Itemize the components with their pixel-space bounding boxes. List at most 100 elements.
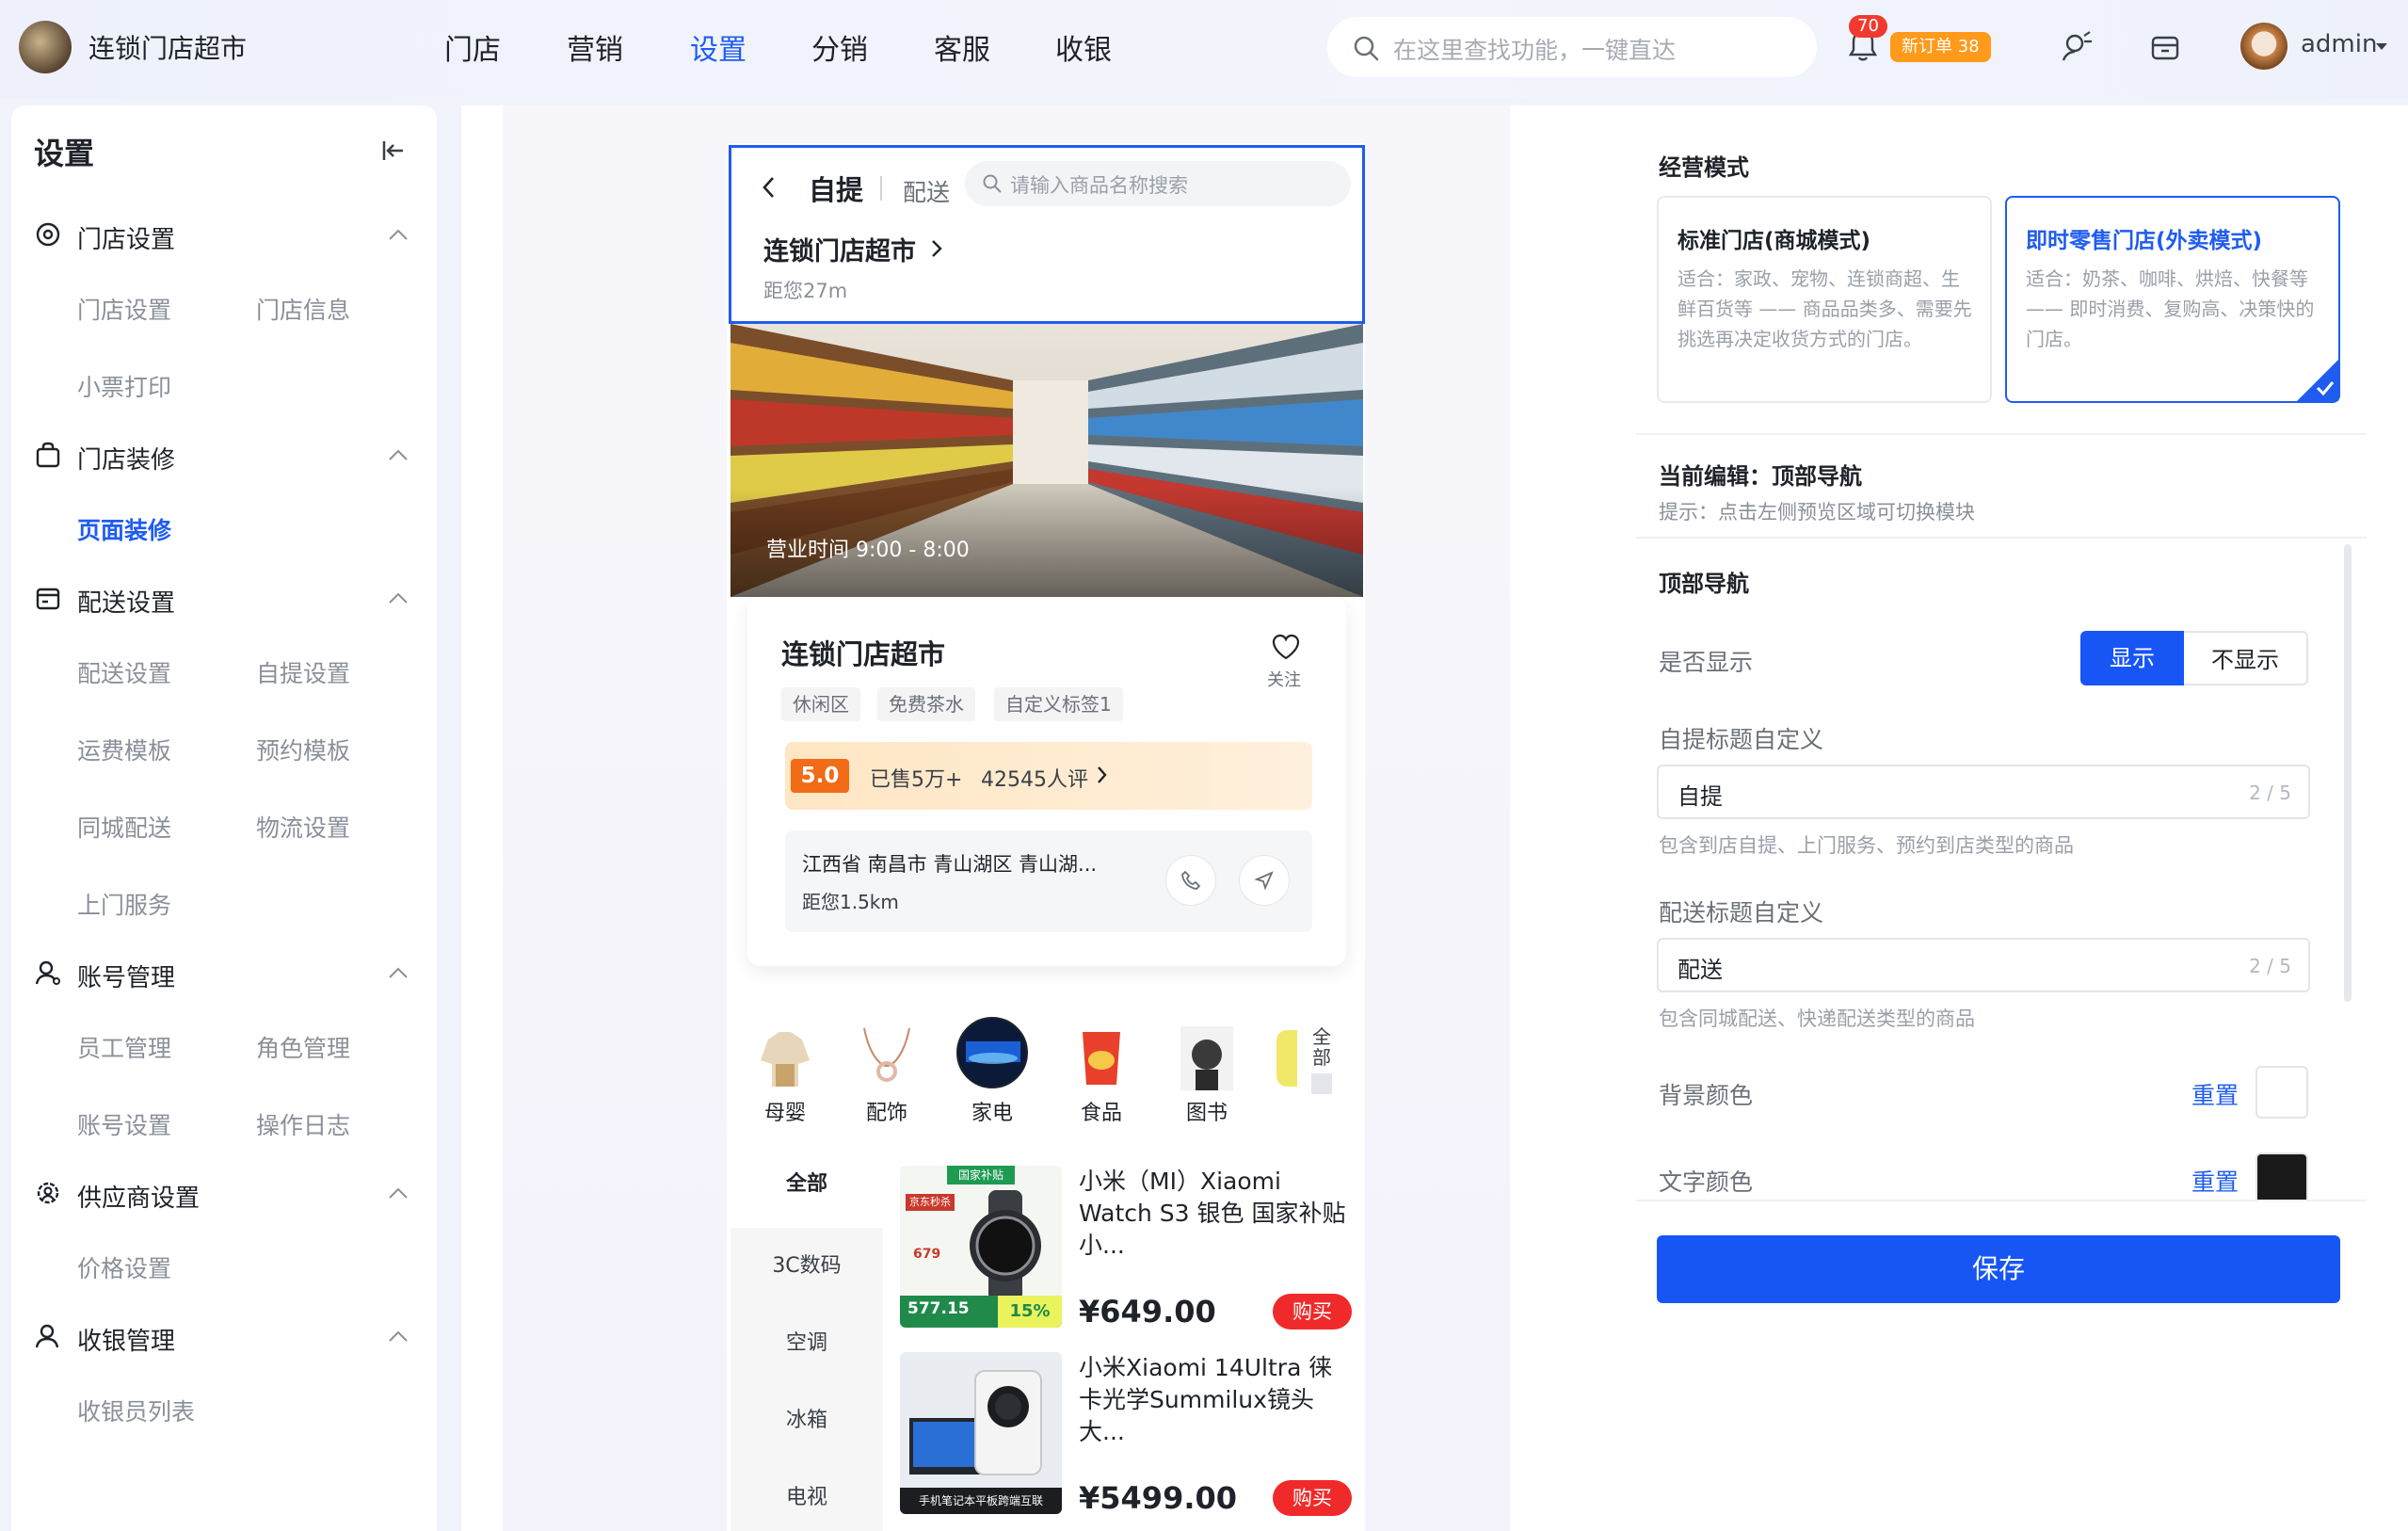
nav-service[interactable]: 客服 xyxy=(934,26,990,68)
top-nav-module[interactable]: 自提 配送 请输入商品名称搜索 连锁门店超市 距您27m xyxy=(729,145,1365,324)
nav-cashier[interactable]: 收银 xyxy=(1055,26,1112,68)
sidebar-item-price-settings[interactable]: 价格设置 xyxy=(77,1250,171,1284)
mode-option-standard[interactable]: 标准门店(商城模式) 适合：家政、宠物、连锁商超、生鲜百货等 —— 商品品类多、… xyxy=(1657,196,1992,403)
sidebar-item-store-info[interactable]: 门店信息 xyxy=(256,292,350,326)
category-all-button[interactable]: 全部 xyxy=(1303,1026,1340,1094)
sidebar-item-logistics-settings[interactable]: 物流设置 xyxy=(256,810,350,844)
follow-label[interactable]: 关注 xyxy=(1267,667,1301,691)
heart-icon[interactable] xyxy=(1271,633,1301,661)
buy-button[interactable]: 购买 xyxy=(1273,1480,1352,1516)
current-editing-title: 当前编辑：顶部导航 xyxy=(1659,463,1862,490)
category-label[interactable]: 家电 xyxy=(945,1096,1039,1126)
sidebar-item-store-settings[interactable]: 门店设置 xyxy=(77,292,171,326)
nav-settings[interactable]: 设置 xyxy=(690,26,746,68)
chevron-up-icon[interactable] xyxy=(388,966,409,979)
chevron-up-icon[interactable] xyxy=(388,1330,409,1343)
gear-user-icon xyxy=(37,1182,59,1204)
nav-store[interactable]: 门店 xyxy=(444,26,501,68)
category-book-image[interactable] xyxy=(1171,1023,1243,1094)
sidebar-item-shipping-template[interactable]: 运费模板 xyxy=(77,733,171,766)
new-order-badge[interactable]: 新订单 38 xyxy=(1890,32,1991,62)
bg-color-reset[interactable]: 重置 xyxy=(2191,1077,2239,1111)
pickup-title-input[interactable]: 自提 2 / 5 xyxy=(1657,765,2310,819)
header-distance: 距您27m xyxy=(763,280,848,302)
show-off-button[interactable]: 不显示 xyxy=(2184,631,2308,685)
divider xyxy=(1636,433,2367,435)
editing-hint: 提示：点击左侧预览区域可切换模块 xyxy=(1659,501,1975,524)
tab-pickup[interactable]: 自提 xyxy=(809,169,863,208)
collapse-sidebar-icon[interactable] xyxy=(380,137,407,164)
bg-color-swatch[interactable] xyxy=(2255,1066,2308,1119)
category-baby-image[interactable] xyxy=(749,1023,821,1094)
category-label[interactable]: 配饰 xyxy=(840,1096,934,1126)
product-name[interactable]: 小米Xiaomi 14Ultra 徕卡光学Summilux镜头 大... xyxy=(1079,1352,1352,1448)
search-placeholder: 在这里查找功能，一键直达 xyxy=(1393,37,1677,64)
address-distance: 距您1.5km xyxy=(802,891,899,913)
address-block[interactable]: 江西省 南昌市 青山湖区 青山湖... 距您1.5km xyxy=(785,830,1312,932)
user-name[interactable]: admin xyxy=(2301,30,2377,58)
side-menu-item[interactable]: 空调 xyxy=(730,1305,883,1382)
tab-delivery[interactable]: 配送 xyxy=(903,174,950,208)
divider xyxy=(1636,1200,2367,1201)
promo-shop-label: 京东秒杀 xyxy=(906,1194,955,1211)
side-menu-item[interactable]: 冰箱 xyxy=(730,1382,883,1459)
category-label[interactable]: 母婴 xyxy=(738,1096,832,1126)
save-button[interactable]: 保存 xyxy=(1657,1235,2340,1303)
call-button[interactable] xyxy=(1165,855,1216,906)
store-logo xyxy=(19,21,72,73)
category-appliance-image[interactable] xyxy=(956,1017,1028,1088)
sidebar-item-operation-log[interactable]: 操作日志 xyxy=(256,1107,350,1141)
nav-distribution[interactable]: 分销 xyxy=(811,26,868,68)
headset-icon[interactable] xyxy=(2058,28,2095,66)
wallet-icon xyxy=(36,588,60,610)
smartwatch-icon xyxy=(970,1190,1041,1301)
sidebar-item-delivery-settings[interactable]: 配送设置 xyxy=(77,655,171,689)
rating-bar[interactable]: 5.0 已售5万+ 42545人评 xyxy=(785,742,1312,810)
navigate-button[interactable] xyxy=(1239,855,1290,906)
side-menu-item[interactable]: 3C数码 xyxy=(730,1228,883,1305)
chevron-up-icon[interactable] xyxy=(388,448,409,461)
text-color-swatch[interactable] xyxy=(2255,1152,2308,1200)
top-bar: 连锁门店超市 门店 营销 设置 分销 客服 收银 在这里查找功能，一键直达 70… xyxy=(0,0,2408,98)
chevron-down-icon[interactable] xyxy=(2374,41,2389,53)
category-food-image[interactable] xyxy=(1066,1023,1137,1094)
snack-bag-icon xyxy=(1083,1032,1120,1085)
header-store-name[interactable]: 连锁门店超市 xyxy=(763,231,916,267)
global-search[interactable]: 在这里查找功能，一键直达 xyxy=(1327,17,1817,77)
side-menu-item[interactable]: 电视 xyxy=(730,1459,883,1531)
sidebar-item-staff-management[interactable]: 员工管理 xyxy=(77,1030,171,1064)
category-label[interactable]: 食品 xyxy=(1054,1096,1148,1126)
chevron-right-icon[interactable] xyxy=(929,238,944,259)
store-switch-icon[interactable] xyxy=(2148,30,2182,64)
sidebar-item-page-decoration[interactable]: 页面装修 xyxy=(77,512,171,546)
panel-scrollbar[interactable] xyxy=(2344,544,2352,1002)
sidebar-item-receipt-print[interactable]: 小票打印 xyxy=(77,369,171,403)
sidebar-item-booking-template[interactable]: 预约模板 xyxy=(256,733,350,766)
category-label[interactable]: 图书 xyxy=(1160,1096,1254,1126)
chevron-up-icon[interactable] xyxy=(388,228,409,241)
sidebar-item-cashier-list[interactable]: 收银员列表 xyxy=(77,1394,195,1427)
product-image[interactable]: 手机笔记本平板跨端互联 xyxy=(900,1352,1062,1514)
sidebar-item-home-service[interactable]: 上门服务 xyxy=(77,887,171,921)
nav-marketing[interactable]: 营销 xyxy=(567,26,623,68)
delivery-title-input[interactable]: 配送 2 / 5 xyxy=(1657,938,2310,992)
product-image[interactable]: 国家补贴 京东秒杀 679 577.15 15% xyxy=(900,1166,1062,1328)
buy-button[interactable]: 购买 xyxy=(1273,1294,1352,1330)
product-search-input[interactable]: 请输入商品名称搜索 xyxy=(965,161,1351,206)
search-icon xyxy=(1354,36,1379,61)
sidebar-item-pickup-settings[interactable]: 自提设置 xyxy=(256,655,350,689)
show-on-button[interactable]: 显示 xyxy=(2080,631,2184,685)
sidebar-item-role-management[interactable]: 角色管理 xyxy=(256,1030,350,1064)
mode-option-instant-retail[interactable]: 即时零售门店(外卖模式) 适合：奶茶、咖啡、烘焙、快餐等 —— 即时消费、复购高… xyxy=(2005,196,2340,403)
sidebar-item-local-delivery[interactable]: 同城配送 xyxy=(77,810,171,844)
category-accessory-image[interactable] xyxy=(851,1023,923,1094)
back-arrow-icon[interactable] xyxy=(760,174,779,201)
sidebar-item-account-settings[interactable]: 账号设置 xyxy=(77,1107,171,1141)
selected-check-icon xyxy=(2297,360,2338,401)
product-name[interactable]: 小米（MI）Xiaomi Watch S3 银色 国家补贴 小... xyxy=(1079,1166,1352,1262)
side-menu-item[interactable]: 全部 xyxy=(730,1141,883,1228)
user-avatar[interactable] xyxy=(2240,23,2288,70)
chevron-up-icon[interactable] xyxy=(388,1186,409,1200)
chevron-up-icon[interactable] xyxy=(388,591,409,604)
text-color-reset[interactable]: 重置 xyxy=(2191,1164,2239,1198)
